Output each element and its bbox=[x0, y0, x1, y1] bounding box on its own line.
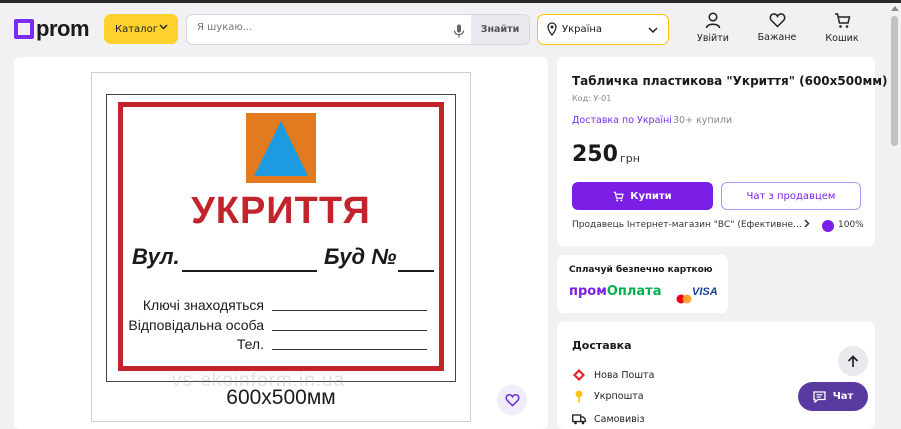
scrollbar-up-arrow-icon[interactable] bbox=[891, 6, 899, 11]
delivery-title: Доставка bbox=[572, 339, 632, 352]
chevron-right-icon[interactable] bbox=[804, 219, 810, 231]
visa-logo: VISA bbox=[692, 286, 718, 298]
cart-icon bbox=[613, 191, 625, 201]
sign-house-label: Буд № bbox=[324, 244, 397, 269]
chat-label: Чат bbox=[832, 391, 854, 402]
catalog-button[interactable]: Каталог bbox=[104, 14, 178, 44]
buy-label: Купити bbox=[630, 190, 672, 202]
login-button[interactable]: Увійти bbox=[688, 12, 738, 44]
mastercard-icon bbox=[675, 289, 693, 304]
prom-logo[interactable]: prom bbox=[14, 16, 90, 42]
login-label: Увійти bbox=[697, 33, 729, 44]
prom-oplata-oplata: Оплата bbox=[606, 284, 662, 299]
chat-with-seller-button[interactable]: Чат з продавцем bbox=[721, 182, 861, 210]
location-pin-icon bbox=[547, 22, 557, 39]
region-selector[interactable]: Україна bbox=[537, 14, 669, 45]
delivery-link[interactable]: Доставка по Україні bbox=[572, 115, 672, 126]
cart-label: Кошик bbox=[825, 33, 859, 44]
logo-square-icon bbox=[14, 19, 34, 39]
product-title: Табличка пластикова "Укриття" (600х500мм… bbox=[572, 74, 888, 88]
street-blank-line bbox=[182, 270, 317, 272]
delivery-option-label: Самовивіз bbox=[594, 413, 645, 425]
delivery-option-nova-poshta: Нова Пошта bbox=[572, 368, 654, 382]
sign-responsible-label: Відповідальна особа bbox=[128, 317, 264, 333]
chevron-down-icon bbox=[648, 25, 658, 36]
prom-oplata-prom: пром bbox=[569, 284, 607, 299]
sign-keys-label: Ключі знаходяться bbox=[142, 297, 264, 313]
ukrposhta-icon bbox=[572, 389, 586, 403]
cart-icon bbox=[834, 13, 850, 28]
image-watermark: vs-ekoinform.in.ua bbox=[172, 370, 346, 391]
delivery-option-label: Укрпошта bbox=[594, 390, 644, 402]
phone-blank-line bbox=[272, 349, 427, 350]
chevron-down-icon bbox=[159, 23, 168, 33]
buy-button[interactable]: Купити bbox=[572, 182, 713, 210]
rating-badge-icon bbox=[822, 220, 834, 232]
add-to-favorites-button[interactable] bbox=[497, 385, 527, 415]
search-bar: Знайти bbox=[186, 14, 530, 45]
responsible-blank-line bbox=[272, 330, 427, 331]
search-input[interactable] bbox=[197, 22, 447, 33]
search-button[interactable]: Знайти bbox=[471, 15, 529, 44]
wishlist-label: Бажане bbox=[757, 32, 797, 43]
bought-count: 30+ купили bbox=[673, 115, 733, 126]
sign-phone-label: Тел. bbox=[236, 336, 264, 352]
price-currency: грн bbox=[620, 152, 640, 165]
microphone-icon[interactable] bbox=[453, 23, 465, 38]
nova-poshta-icon bbox=[572, 368, 586, 382]
payment-title: Сплачуй безпечно карткою bbox=[569, 265, 713, 275]
arrow-up-icon bbox=[847, 354, 859, 367]
chat-icon bbox=[813, 390, 826, 403]
keys-blank-line bbox=[272, 310, 427, 311]
house-blank-line bbox=[398, 270, 434, 272]
catalog-label: Каталог bbox=[115, 23, 158, 35]
heart-icon bbox=[769, 13, 785, 28]
scroll-to-top-button[interactable] bbox=[838, 346, 868, 376]
product-code: Код: У-01 bbox=[572, 94, 612, 103]
chat-button[interactable]: Чат bbox=[798, 382, 868, 411]
logo-text: prom bbox=[36, 16, 90, 41]
cart-button[interactable]: Кошик bbox=[817, 12, 867, 44]
seller-rating: 100% bbox=[838, 220, 864, 230]
delivery-option-pickup: Самовивіз bbox=[572, 412, 645, 426]
sign-title: УКРИТТЯ bbox=[191, 190, 371, 232]
delivery-option-ukrposhta: Укрпошта bbox=[572, 389, 644, 403]
wishlist-button[interactable]: Бажане bbox=[752, 12, 802, 43]
scrollbar-thumb[interactable] bbox=[891, 16, 898, 146]
user-icon bbox=[705, 12, 721, 29]
region-value: Україна bbox=[562, 24, 603, 35]
heart-icon bbox=[504, 393, 520, 407]
truck-icon bbox=[572, 412, 586, 426]
delivery-option-label: Нова Пошта bbox=[594, 369, 655, 381]
prom-oplata-logo: промОплата bbox=[569, 284, 662, 299]
product-price: 250 bbox=[572, 142, 618, 167]
sign-street-label: Вул. bbox=[132, 244, 180, 269]
seller-name-link[interactable]: Продавець Інтернет-магазин "ВС" (Ефектив… bbox=[572, 220, 804, 230]
civil-defense-emblem-icon bbox=[246, 113, 316, 183]
